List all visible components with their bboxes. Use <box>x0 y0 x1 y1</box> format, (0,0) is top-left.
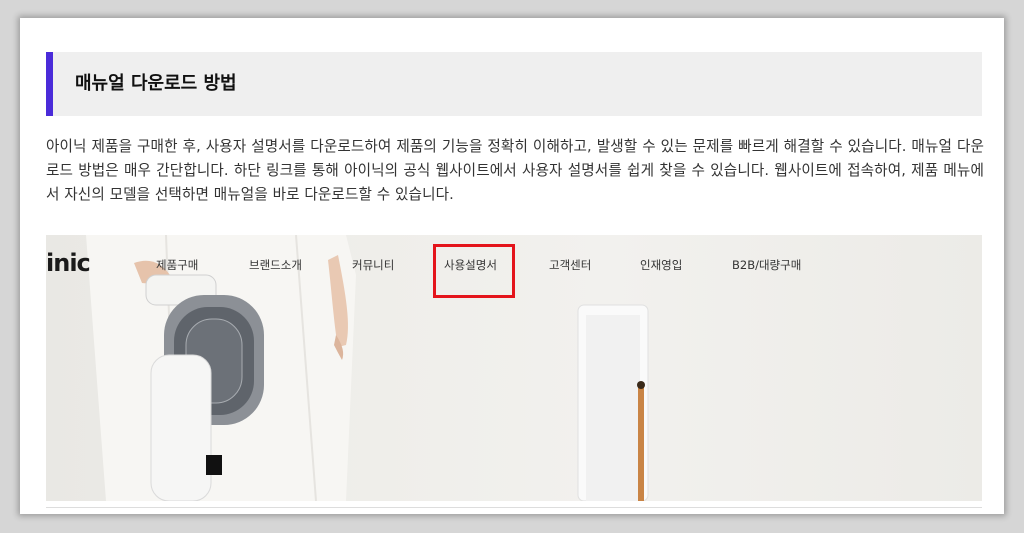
website-screenshot: inic 제품구매 브랜드소개 커뮤니티 사용설명서 고객센터 인재영입 B2B… <box>46 235 982 501</box>
section-heading-box: 매뉴얼 다운로드 방법 <box>46 52 982 116</box>
nav-item-customer-center[interactable]: 고객센터 <box>549 257 591 273</box>
nav-item-community[interactable]: 커뮤니티 <box>352 257 394 273</box>
nav-item-b2b-bulk[interactable]: B2B/대량구매 <box>732 257 801 273</box>
divider <box>46 507 982 508</box>
intro-paragraph: 아이닉 제품을 구매한 후, 사용자 설명서를 다운로드하여 제품의 기능을 정… <box>46 138 984 203</box>
nav-item-product-purchase[interactable]: 제품구매 <box>156 257 198 273</box>
user-manual-highlight-box <box>433 244 515 298</box>
nav-item-brand-intro[interactable]: 브랜드소개 <box>249 257 302 273</box>
section-heading: 매뉴얼 다운로드 방법 <box>75 73 237 94</box>
article-frame: 매뉴얼 다운로드 방법 아이닉 제품을 구매한 후, 사용자 설명서를 다운로드… <box>20 18 1004 514</box>
inic-logo[interactable]: inic <box>46 249 91 277</box>
nav-item-recruitment[interactable]: 인재영입 <box>640 257 682 273</box>
